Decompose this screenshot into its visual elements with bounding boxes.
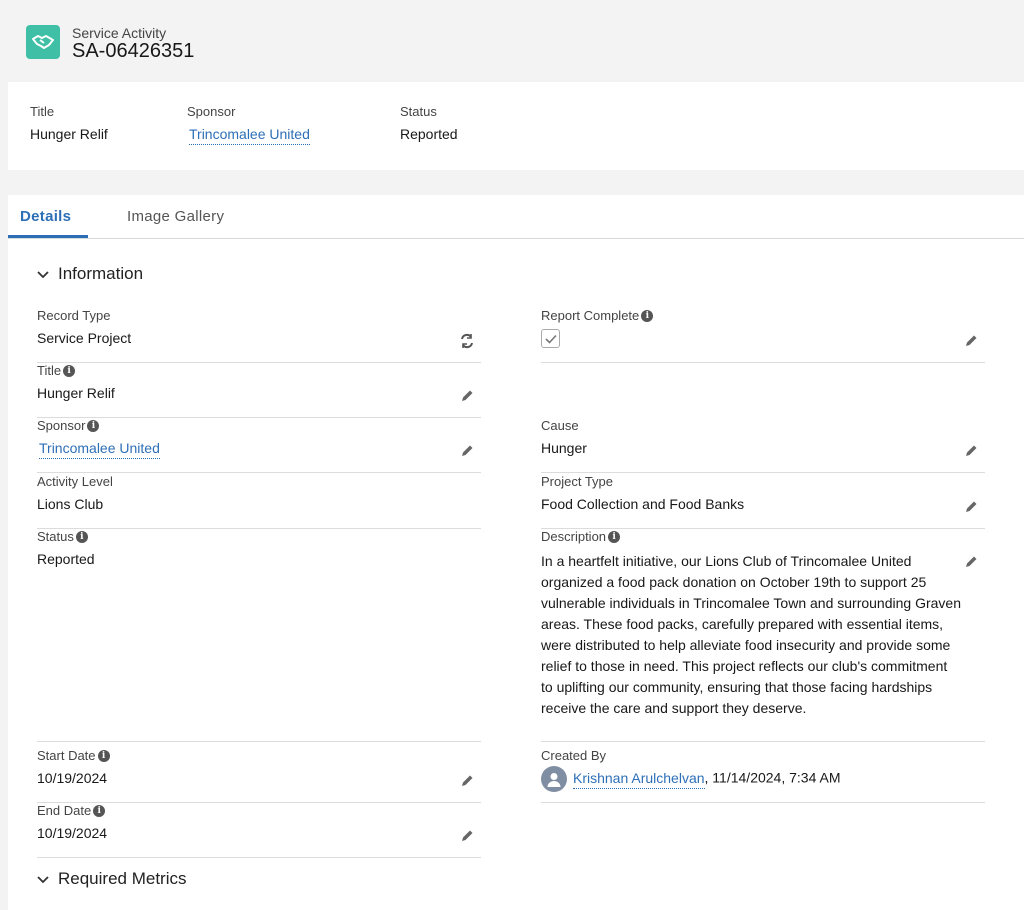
pencil-icon[interactable] [963, 333, 979, 349]
section-title: Required Metrics [58, 869, 187, 888]
field-label: Activity Level [37, 474, 113, 489]
report-complete-checkbox[interactable] [541, 329, 560, 348]
field-report-complete: Report Complete i [541, 308, 985, 363]
field-value: Hunger Relif [37, 385, 115, 401]
field-label: Report Complete i [541, 308, 654, 323]
field-value: Hunger [541, 440, 587, 456]
pencil-icon[interactable] [963, 443, 979, 459]
highlight-label: Status [400, 104, 437, 119]
highlight-status: Status Reported [400, 104, 458, 142]
field-activity-level: Activity Level Lions Club [37, 474, 481, 529]
record-header: Service Activity SA-06426351 [0, 0, 1024, 82]
field-label: Status i [37, 529, 88, 544]
highlight-title: Title Hunger Relif [30, 104, 108, 142]
field-start-date: Start Date i 10/19/2024 [37, 748, 481, 803]
highlight-sponsor: Sponsor Trincomalee United [187, 104, 310, 145]
pencil-icon[interactable] [459, 773, 475, 789]
highlights-panel: Title Hunger Relif Sponsor Trincomalee U… [8, 82, 1024, 170]
chevron-down-icon [37, 876, 49, 884]
sponsor-link[interactable]: Trincomalee United [189, 126, 310, 145]
sponsor-link[interactable]: Trincomalee United [39, 440, 160, 459]
info-icon[interactable]: i [641, 309, 654, 322]
tab-bar: Details Image Gallery [8, 195, 1024, 239]
field-project-type: Project Type Food Collection and Food Ba… [541, 474, 985, 529]
field-value: 10/19/2024 [37, 825, 108, 841]
field-end-date: End Date i 10/19/2024 [37, 803, 481, 858]
pencil-icon[interactable] [459, 828, 475, 844]
highlight-value: Reported [400, 126, 458, 142]
field-label: Record Type [37, 308, 111, 323]
highlight-label: Sponsor [187, 104, 236, 119]
field-label: Cause [541, 418, 579, 433]
field-label: Title i [37, 363, 76, 378]
field-value: 10/19/2024 [37, 770, 108, 786]
pencil-icon[interactable] [459, 388, 475, 404]
info-icon[interactable]: i [63, 364, 76, 377]
field-status: Status i Reported [37, 529, 481, 742]
field-value: Reported [37, 551, 95, 567]
avatar[interactable] [541, 766, 567, 792]
field-sponsor: Sponsor i Trincomalee United [37, 418, 481, 473]
info-icon[interactable]: i [608, 530, 621, 543]
info-icon[interactable]: i [97, 749, 110, 762]
pencil-icon[interactable] [459, 443, 475, 459]
section-information[interactable]: Information [36, 264, 143, 284]
field-label: End Date i [37, 803, 106, 818]
pencil-icon[interactable] [963, 554, 979, 570]
info-icon[interactable]: i [75, 530, 88, 543]
user-icon [547, 773, 561, 787]
details-card: Details Image Gallery Information Record… [8, 195, 1024, 910]
field-value: Lions Club [37, 496, 104, 512]
pencil-icon[interactable] [963, 499, 979, 515]
tab-details[interactable]: Details [20, 208, 71, 225]
field-value: Food Collection and Food Banks [541, 496, 745, 512]
field-label: Description i [541, 529, 621, 544]
object-label: Service Activity [72, 25, 167, 41]
field-description: Description i In a heartfelt initiative, … [541, 529, 985, 742]
field-label: Project Type [541, 474, 614, 489]
section-title: Information [58, 264, 144, 283]
field-created-by: Created By Krishnan Arulchelvan, 11/14/2… [541, 748, 985, 803]
field-label: Start Date i [37, 748, 110, 763]
field-title: Title i Hunger Relif [37, 363, 481, 418]
tab-image-gallery[interactable]: Image Gallery [127, 208, 224, 225]
field-value: Service Project [37, 330, 132, 346]
field-label: Created By [541, 748, 607, 763]
field-cause: Cause Hunger [541, 418, 985, 473]
field-record-type: Record Type Service Project [37, 308, 481, 363]
active-tab-indicator [8, 235, 88, 238]
handshake-icon [26, 25, 60, 59]
info-icon[interactable]: i [93, 804, 106, 817]
created-date: , 11/14/2024, 7:34 AM [704, 769, 841, 786]
created-by-link[interactable]: Krishnan Arulchelvan [573, 769, 705, 789]
chevron-down-icon [37, 271, 49, 279]
section-required-metrics[interactable]: Required Metrics [36, 869, 187, 889]
info-icon[interactable]: i [87, 419, 100, 432]
description-text: In a heartfelt initiative, our Lions Clu… [541, 553, 961, 716]
highlight-label: Title [30, 104, 55, 119]
checkmark-icon [544, 334, 557, 344]
record-name: SA-06426351 [72, 40, 195, 62]
highlight-value: Hunger Relif [30, 126, 108, 142]
field-label: Sponsor i [37, 418, 100, 433]
change-record-type-icon[interactable] [459, 333, 475, 349]
